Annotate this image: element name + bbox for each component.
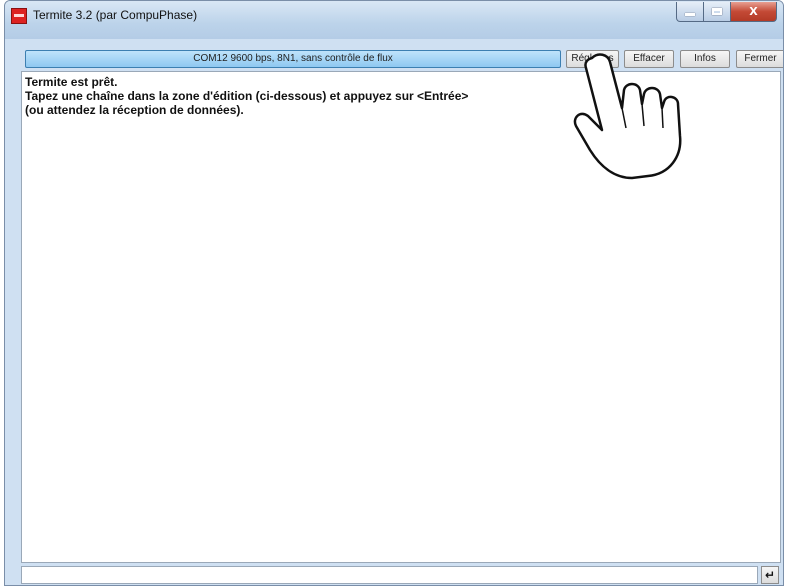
minimize-icon bbox=[685, 13, 695, 16]
maximize-icon bbox=[712, 8, 722, 15]
title-bar[interactable]: Termite 3.2 (par CompuPhase) X bbox=[5, 1, 783, 39]
close-icon: X bbox=[749, 5, 758, 18]
hand-pointer-icon bbox=[573, 53, 682, 180]
command-input[interactable] bbox=[21, 566, 758, 584]
window-controls: X bbox=[676, 2, 777, 22]
termite-app-icon[interactable] bbox=[11, 8, 27, 24]
enter-button[interactable]: ↵ bbox=[761, 566, 779, 584]
window-title: Termite 3.2 (par CompuPhase) bbox=[33, 8, 198, 22]
fermer-button[interactable]: Fermer bbox=[736, 50, 783, 68]
minimize-button[interactable] bbox=[676, 2, 704, 22]
maximize-button[interactable] bbox=[704, 2, 731, 22]
close-button[interactable]: X bbox=[731, 2, 777, 22]
enter-icon: ↵ bbox=[764, 568, 776, 582]
connection-status-button[interactable]: COM12 9600 bps, 8N1, sans contrôle de fl… bbox=[25, 50, 561, 68]
